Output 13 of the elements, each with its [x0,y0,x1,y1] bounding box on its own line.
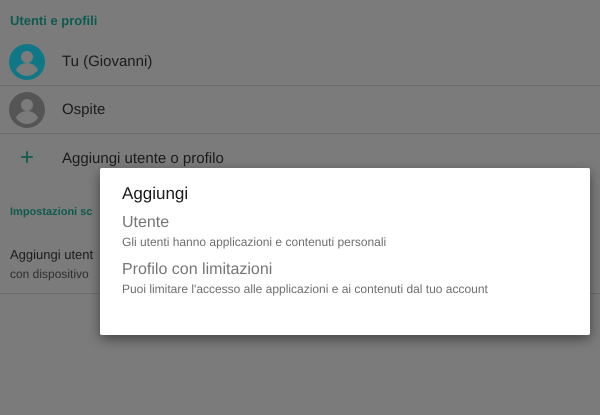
option-description: Gli utenti hanno applicazioni e contenuti personali [122,235,388,249]
user-name[interactable]: Tu (Giovanni) [62,53,152,70]
section-header: Impostazioni sc [10,206,93,220]
option-title[interactable]: Utente [122,214,568,232]
dialog-title: Aggiungi [122,184,190,204]
option-description: Puoi limitare l'accesso alle applicazioni e ai contenuti dal tuo account [122,282,489,296]
section-header: Utenti e profili [10,13,98,28]
add-icon: + [9,146,45,170]
setting-title[interactable]: Aggiungi utent [10,247,94,262]
setting-summary: con dispositivo [10,267,89,281]
user-name[interactable]: Ospite [62,101,106,118]
option-title[interactable]: Profilo con limitazioni [122,261,568,279]
add-user-label[interactable]: Aggiungi utente o profilo [62,150,224,166]
